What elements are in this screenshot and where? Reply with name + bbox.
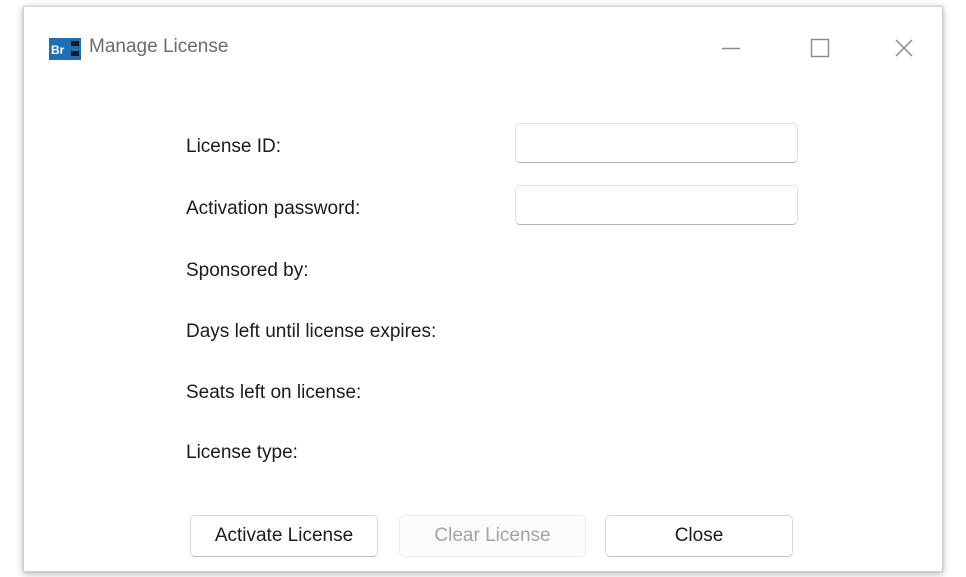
close-window-button[interactable] — [881, 29, 927, 67]
seats-left-label: Seats left on license: — [186, 382, 362, 403]
activation-password-input[interactable] — [515, 185, 798, 225]
minimize-icon — [722, 47, 740, 50]
title-bar[interactable]: Br Manage License — [24, 7, 942, 87]
activate-license-button[interactable]: Activate License — [190, 515, 378, 557]
license-id-input[interactable] — [515, 123, 798, 163]
maximize-button[interactable] — [797, 29, 843, 67]
activation-password-label: Activation password: — [186, 198, 361, 219]
license-id-label: License ID: — [186, 136, 282, 157]
close-icon — [895, 39, 913, 57]
minimize-button[interactable] — [708, 29, 754, 67]
days-left-label: Days left until license expires: — [186, 321, 437, 342]
window-title: Manage License — [89, 36, 229, 57]
sponsored-by-label: Sponsored by: — [186, 260, 309, 281]
clear-license-button[interactable]: Clear License — [399, 515, 586, 557]
license-type-label: License type: — [186, 442, 298, 463]
close-button[interactable]: Close — [605, 515, 793, 557]
svg-text:Br: Br — [51, 43, 65, 57]
bridge-app-icon: Br — [49, 38, 81, 60]
manage-license-window: Br Manage License License ID: Activation… — [23, 6, 943, 572]
maximize-icon — [810, 38, 830, 58]
